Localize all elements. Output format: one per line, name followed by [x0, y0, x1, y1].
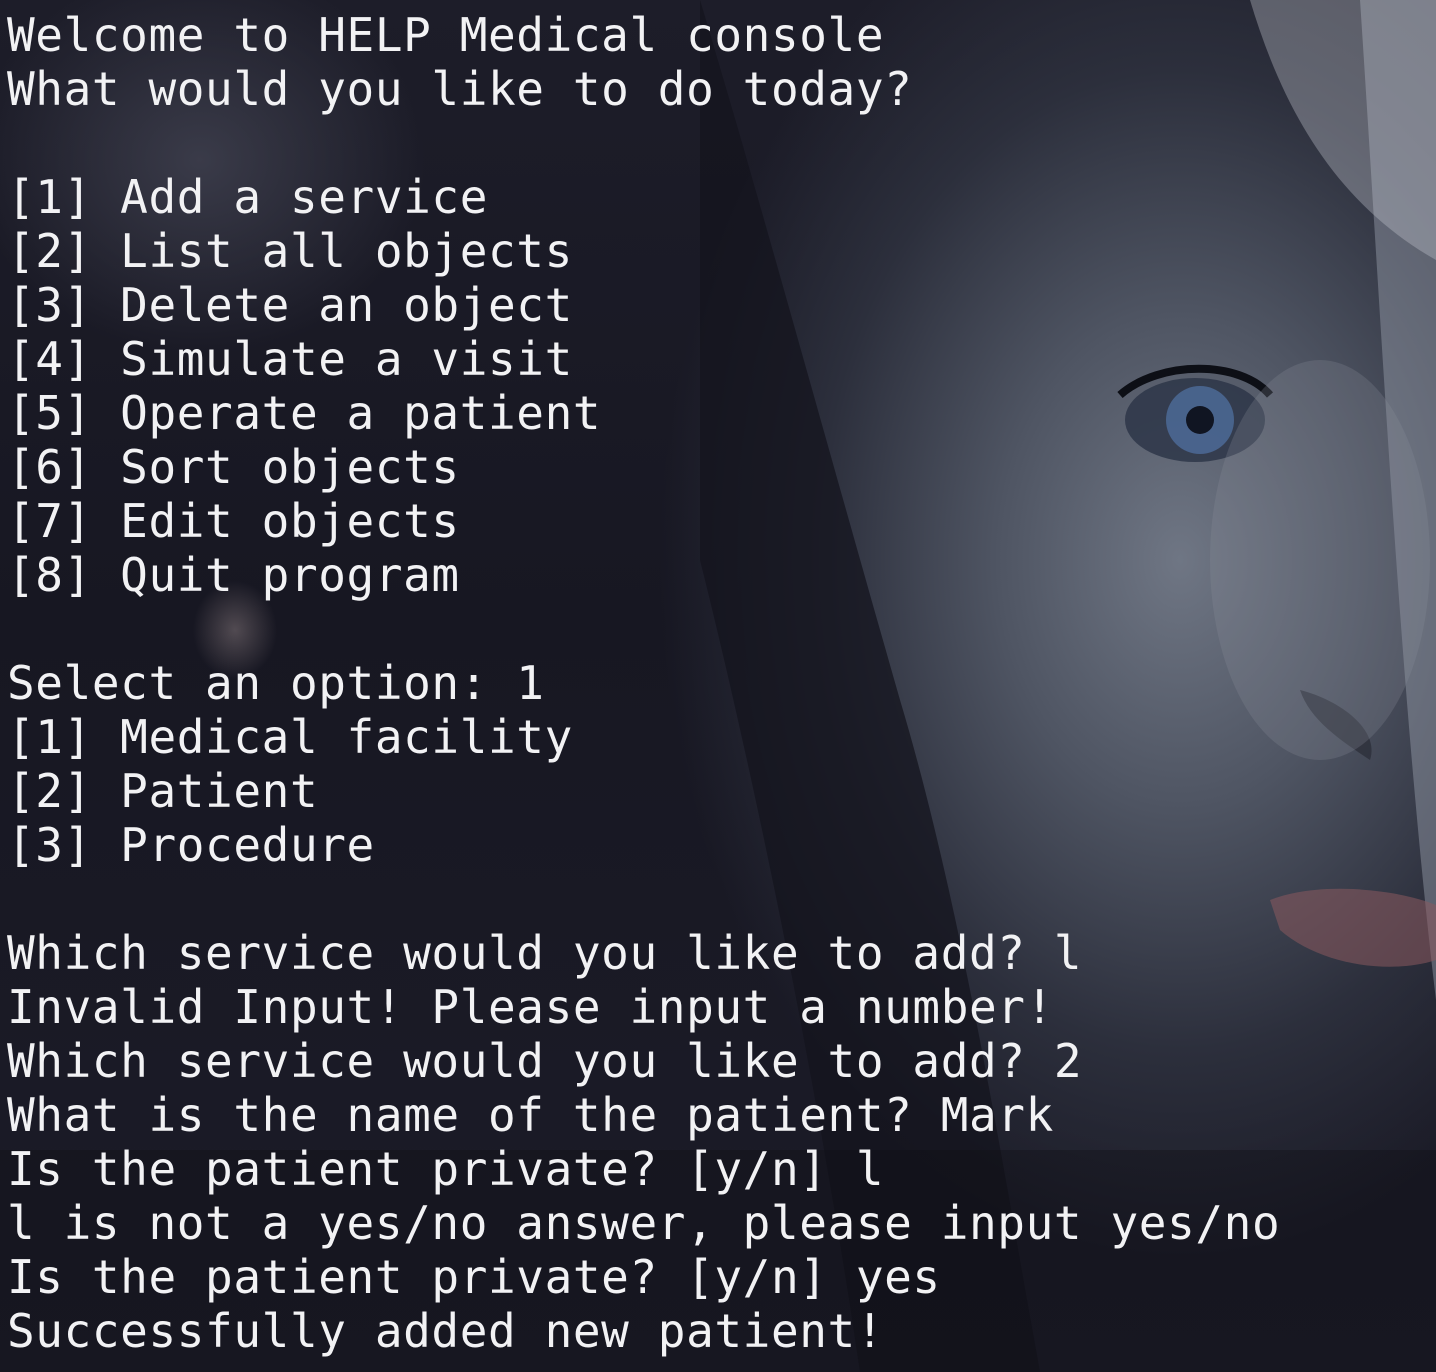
service-option-medical-facility: [1] Medical facility: [7, 710, 573, 764]
log-line: l is not a yes/no answer, please input y…: [7, 1196, 1281, 1250]
menu-option-list-objects: [2] List all objects: [7, 224, 573, 278]
terminal-window[interactable]: Welcome to HELP Medical console What woul…: [0, 0, 1436, 1372]
menu-option-operate-patient: [5] Operate a patient: [7, 386, 602, 440]
service-option-procedure: [3] Procedure: [7, 818, 375, 872]
log-line: What is the name of the patient? Mark: [7, 1088, 1054, 1142]
select-option-prompt: Select an option: 1: [7, 656, 545, 710]
question-line: What would you like to do today?: [7, 62, 913, 116]
menu-option-add-service: [1] Add a service: [7, 170, 489, 224]
menu-option-edit-objects: [7] Edit objects: [7, 494, 460, 548]
welcome-line: Welcome to HELP Medical console: [7, 8, 885, 62]
log-line: Is the patient private? [y/n] l: [7, 1142, 885, 1196]
menu-option-quit: [8] Quit program: [7, 548, 460, 602]
service-option-patient: [2] Patient: [7, 764, 319, 818]
log-line: Which service would you like to add? 2: [7, 1034, 1083, 1088]
log-line: Which service would you like to add? l: [7, 926, 1083, 980]
menu-option-simulate-visit: [4] Simulate a visit: [7, 332, 573, 386]
menu-option-delete-object: [3] Delete an object: [7, 278, 573, 332]
log-line: Invalid Input! Please input a number!: [7, 980, 1054, 1034]
console-output: Welcome to HELP Medical console What woul…: [7, 8, 1280, 1358]
success-message: Successfully added new patient!: [7, 1304, 885, 1358]
menu-option-sort-objects: [6] Sort objects: [7, 440, 460, 494]
lips-shape: [1270, 888, 1436, 967]
log-line: Is the patient private? [y/n] yes: [7, 1250, 941, 1304]
